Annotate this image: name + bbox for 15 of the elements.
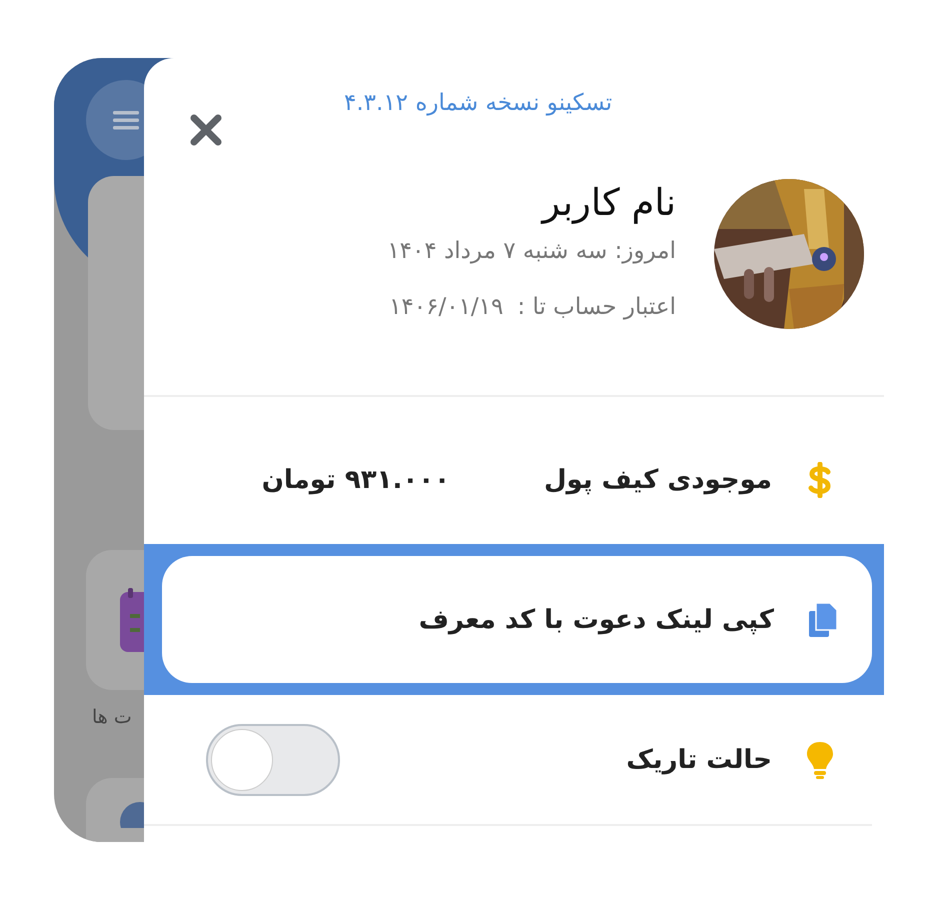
- menu-icon: [111, 108, 141, 132]
- expiry-date: ۱۴۰۶/۰۱/۱۹: [389, 294, 504, 320]
- app-version: تسکینو نسخه شماره ۴.۳.۱۲: [344, 90, 612, 116]
- menu-item[interactable]: کپی لینک دعوت با کد معرف: [162, 556, 872, 683]
- shortcut-label: ت ها: [92, 706, 132, 728]
- menu-label: حالت تاریک: [626, 744, 772, 774]
- copy-icon: [808, 602, 838, 638]
- lightbulb-icon: [806, 740, 834, 778]
- close-icon: [188, 112, 224, 148]
- expiry-label: اعتبار حساب تا :: [517, 294, 676, 320]
- today-date: امروز: سه شنبه ۷ مرداد ۱۴۰۴: [387, 238, 676, 264]
- menu-label: کپی لینک دعوت با کد معرف: [418, 604, 774, 634]
- user-name: نام کاربر: [542, 180, 676, 224]
- menu-label: موجودی کیف پول: [544, 465, 772, 495]
- wallet-balance: ۹۳۱.۰۰۰ تومان: [262, 465, 450, 495]
